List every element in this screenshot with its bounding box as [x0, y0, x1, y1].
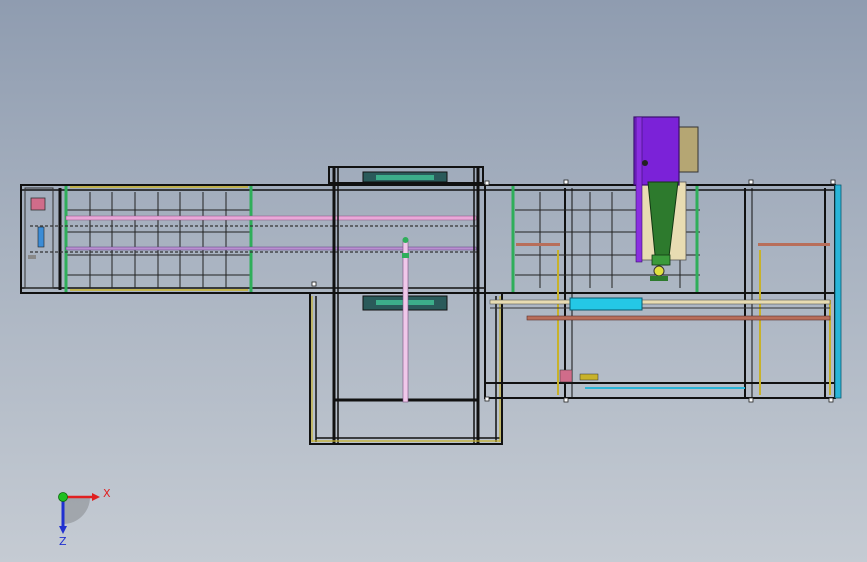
- triad-shadow: [63, 497, 90, 524]
- corner-markers: [311, 179, 836, 403]
- right-edge-profile: [834, 184, 842, 399]
- center-vertical-rod: [402, 237, 409, 403]
- x-axis-arrow: [92, 493, 100, 501]
- left-end-parts: [28, 197, 46, 259]
- left-frame-module: [20, 184, 486, 294]
- left-pink-rails: [30, 215, 480, 253]
- left-outer-frame: [20, 184, 486, 294]
- right-yellow-posts: [557, 250, 831, 395]
- spindle-head: [633, 116, 699, 281]
- z-axis-label: Z: [59, 535, 67, 548]
- axis-triad: X Z: [58, 487, 111, 548]
- center-top-carriage: [362, 171, 448, 183]
- x-axis-label: X: [103, 487, 111, 500]
- left-grid: [66, 192, 250, 288]
- cad-drawing: X Z: [20, 116, 842, 548]
- z-axis-arrow: [59, 526, 67, 534]
- bottom-right-parts: [559, 369, 599, 383]
- cyan-cylinder: [569, 297, 643, 311]
- y-axis-dot: [58, 492, 68, 502]
- cad-viewport[interactable]: X Z: [0, 0, 867, 562]
